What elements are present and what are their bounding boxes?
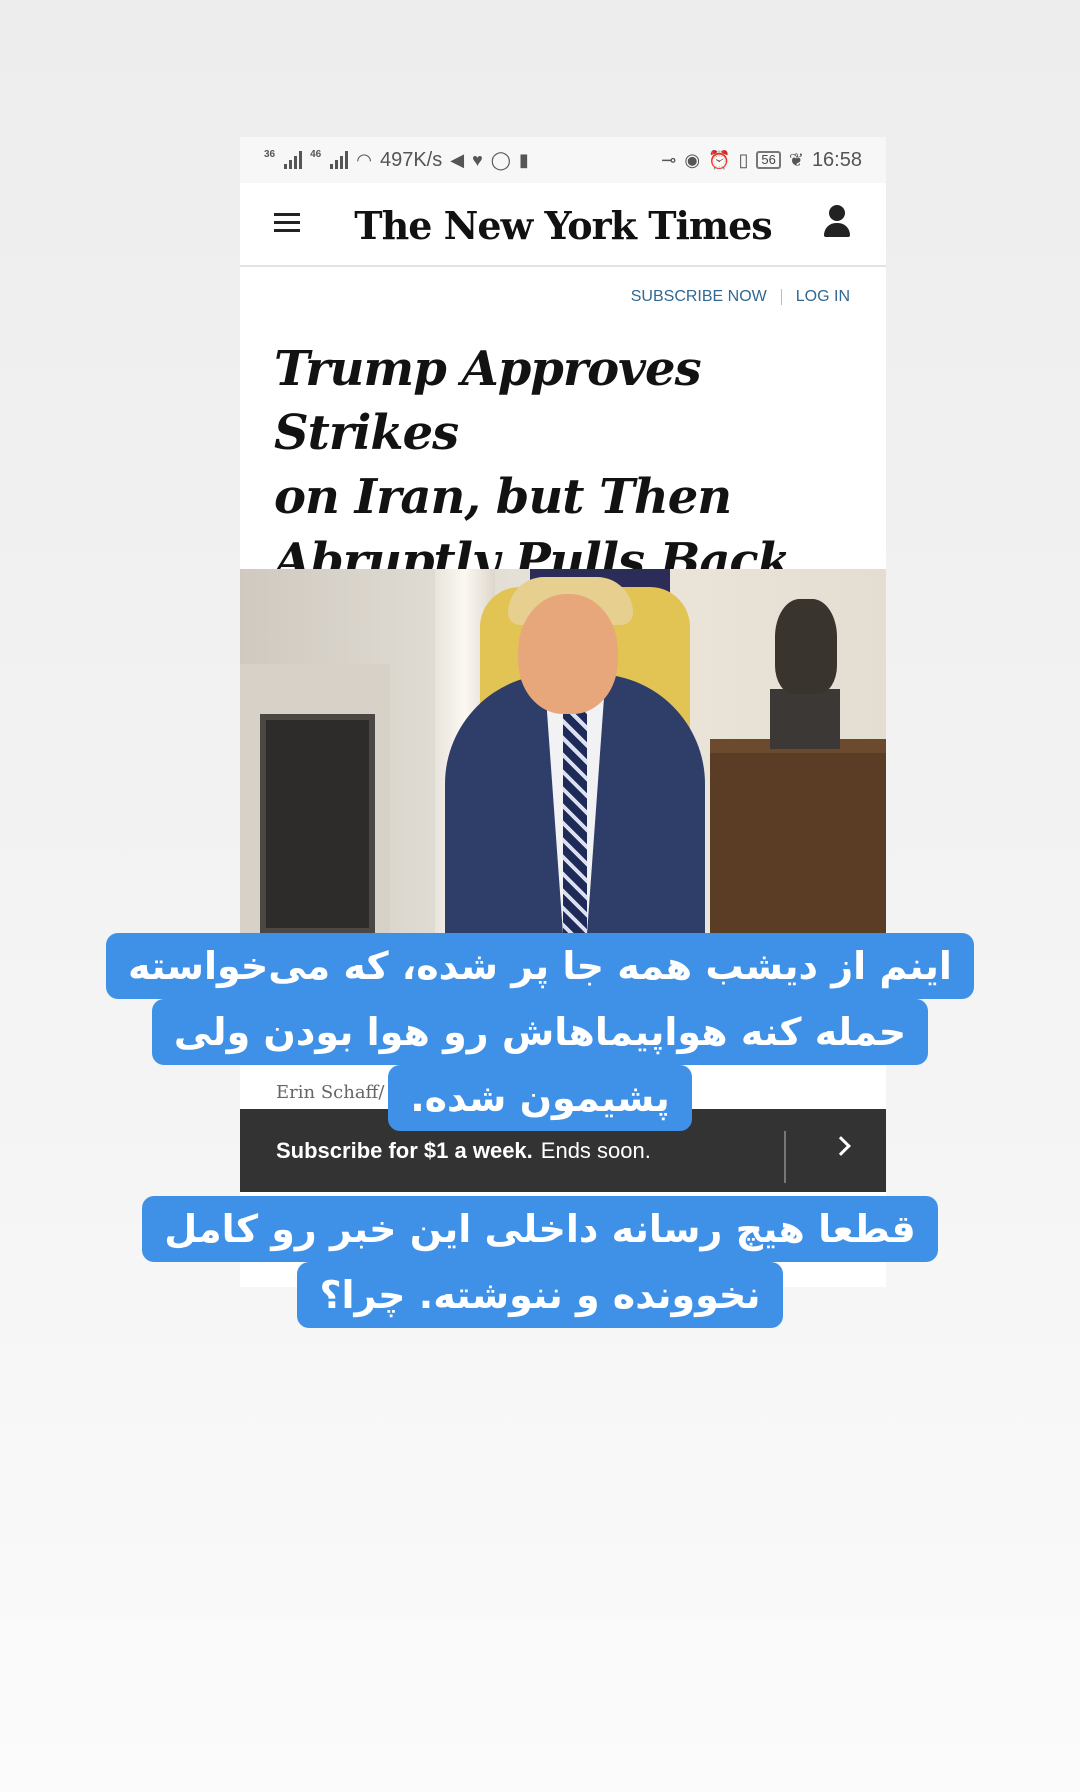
account-icon[interactable] <box>822 205 852 239</box>
chevron-right-icon[interactable] <box>831 1136 851 1156</box>
headline-line: Trump Approves Strikes <box>274 341 702 461</box>
subscribe-now-link[interactable]: SUBSCRIBE NOW <box>631 288 767 306</box>
account-links: SUBSCRIBE NOW LOG IN <box>631 288 850 306</box>
caption-line: پشیمون شده. <box>388 1065 692 1131</box>
cell-signal-icon <box>284 151 303 169</box>
leaf-icon: ❦ <box>788 150 804 170</box>
app-header: The New York Times <box>240 183 886 267</box>
person-face <box>518 594 618 714</box>
volume-icon: ◀ <box>450 150 465 170</box>
bronze-bust <box>775 599 837 694</box>
battery-saver-icon: ▮ <box>518 150 529 170</box>
signal-2-label: 46 <box>310 148 322 160</box>
overlay-caption-2: قطعا هیچ رسانه داخلی این خبر رو کامل نخو… <box>0 1196 1080 1328</box>
alarm-icon: ⏰ <box>708 150 731 170</box>
caption-line: حمله کنه هواپیماهاش رو هوا بودن ولی <box>151 999 929 1065</box>
subscribe-note: Ends soon. <box>540 1137 651 1163</box>
caption-line: اینم از دیشب همه جا پر شده، که می‌خواسته <box>106 933 974 999</box>
nyt-logo[interactable]: The New York Times <box>240 203 886 248</box>
overlay-caption-1: اینم از دیشب همه جا پر شده، که می‌خواسته… <box>0 933 1080 1131</box>
side-table <box>710 749 886 933</box>
caption-line: نخوونده و ننوشته. چرا؟ <box>297 1262 783 1328</box>
whatsapp-icon: ◯ <box>490 150 511 170</box>
headline-line: on Iran, but Then <box>274 469 732 525</box>
article-headline: Trump Approves Strikes on Iran, but Then… <box>274 337 834 593</box>
heart-icon: ♥ <box>472 150 483 170</box>
subscribe-offer: Subscribe for $1 a week. <box>276 1137 533 1163</box>
status-bar: 36 46 ◠ 497K/s ◀ ♥ ◯ ▮ ⊸ ◉ ⏰ ▯ 56 ❦ 16:5… <box>240 137 886 183</box>
caption-line: قطعا هیچ رسانه داخلی این خبر رو کامل <box>142 1196 938 1262</box>
link-divider <box>780 289 782 305</box>
wifi-icon: ◠ <box>356 150 372 170</box>
cell-signal-icon-2 <box>330 151 349 169</box>
login-link[interactable]: LOG IN <box>796 288 850 306</box>
net-speed: 497K/s <box>379 148 443 171</box>
clock: 16:58 <box>811 148 862 171</box>
fireplace-screen <box>260 714 375 933</box>
vibrate-icon: ▯ <box>738 150 749 170</box>
signal-1-label: 36 <box>264 148 276 160</box>
eye-icon: ◉ <box>684 150 701 170</box>
article-photo[interactable] <box>240 569 886 933</box>
person-tie <box>563 709 587 933</box>
banner-divider <box>784 1131 786 1183</box>
battery-level: 56 <box>756 151 781 169</box>
bust-pedestal <box>770 689 840 749</box>
key-icon: ⊸ <box>661 150 677 170</box>
